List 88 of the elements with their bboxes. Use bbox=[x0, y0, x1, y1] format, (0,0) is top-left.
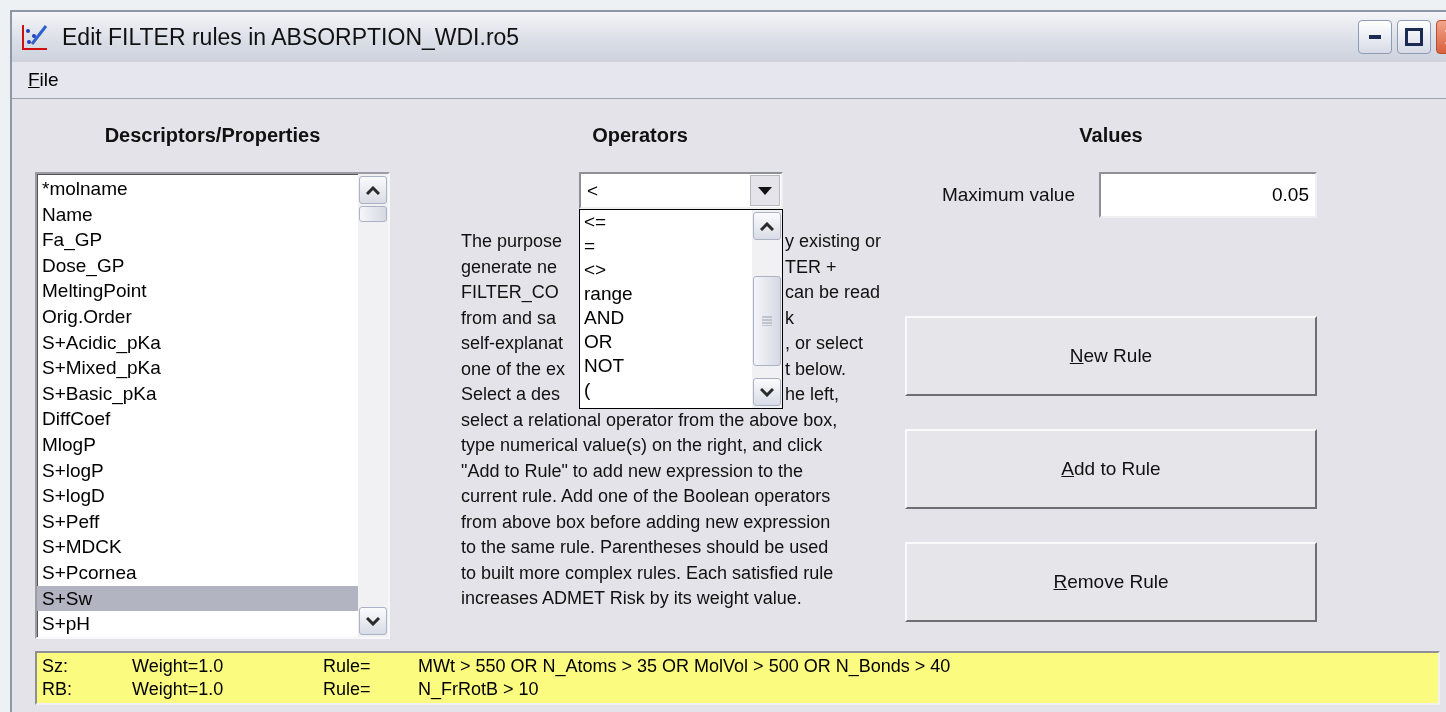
description-line: to built more complex rules. Each satisfied rule bbox=[461, 561, 835, 585]
dropdown-option[interactable]: <> bbox=[580, 258, 752, 282]
dropdown-button[interactable] bbox=[750, 175, 780, 206]
description-fragment: self-explanat bbox=[461, 332, 565, 355]
scroll-down-button[interactable] bbox=[753, 378, 781, 406]
window-title: Edit FILTER rules in ABSORPTION_WDI.ro5 bbox=[62, 23, 521, 51]
list-item[interactable]: *molname bbox=[37, 176, 358, 202]
list-item[interactable]: DiffCoef bbox=[37, 406, 358, 432]
rule-expression: N_FrRotB > 10 bbox=[418, 678, 540, 701]
chart-pen-icon bbox=[20, 22, 50, 52]
description-fragment: The purpose bbox=[461, 230, 564, 253]
description-fragment: TER + bbox=[785, 255, 838, 279]
rule-button[interactable]: Add to Rule bbox=[905, 429, 1317, 509]
rule-expression: MWt > 550 OR N_Atoms > 35 OR MolVol > 500 OR N_Bonds > 40 bbox=[418, 655, 952, 678]
description-fragment: Select a des bbox=[461, 383, 562, 406]
list-item[interactable]: S+logP bbox=[37, 457, 358, 484]
description-fragment: y existing or bbox=[785, 230, 882, 253]
column-header: Operators bbox=[591, 123, 689, 148]
rule-label: Rule= bbox=[323, 655, 372, 678]
rule-weight: Weight=1.0 bbox=[132, 678, 225, 701]
list-item[interactable]: S+Sw bbox=[37, 585, 358, 612]
rule-button[interactable]: New Rule bbox=[905, 316, 1317, 396]
dropdown-option[interactable]: range bbox=[580, 282, 752, 306]
rule-button[interactable]: Remove Rule bbox=[905, 542, 1317, 622]
list-item[interactable]: S+Acidic_pKa bbox=[37, 329, 358, 356]
maximum-value-field[interactable]: 0.05 bbox=[1099, 172, 1317, 218]
description-fragment: he left, bbox=[785, 383, 841, 406]
description-line: current rule. Add one of the Boolean operators bbox=[461, 485, 832, 508]
column-header: Values bbox=[1078, 123, 1144, 148]
description-line: from above box before adding new expression bbox=[461, 510, 832, 534]
list-item[interactable]: S+logD bbox=[37, 483, 358, 509]
rule-label: Rule= bbox=[323, 678, 372, 701]
list-item[interactable]: S+Peff bbox=[37, 508, 358, 535]
description-line: increases ADMET Risk by its weight value. bbox=[461, 587, 803, 610]
description-line: to the same rule. Parentheses should be used bbox=[461, 536, 830, 559]
rule-weight: Weight=1.0 bbox=[132, 655, 225, 678]
scroll-down-button[interactable] bbox=[359, 607, 387, 635]
list-item[interactable]: S+MDCK bbox=[37, 534, 358, 560]
description-fragment: from and sa bbox=[461, 306, 558, 330]
scroll-thumb[interactable] bbox=[359, 206, 387, 222]
list-item[interactable]: Name bbox=[37, 201, 358, 228]
list-item[interactable]: MlogP bbox=[37, 431, 358, 458]
list-item[interactable]: Orig.Order bbox=[37, 303, 358, 330]
dropdown-option[interactable]: NOT bbox=[580, 354, 752, 378]
chevron-up-icon bbox=[366, 185, 380, 195]
scroll-thumb[interactable] bbox=[753, 276, 781, 366]
field-label: Maximum value bbox=[941, 184, 1075, 206]
list-item[interactable]: S+Pcornea bbox=[37, 559, 358, 586]
dropdown-option[interactable]: ( bbox=[580, 378, 752, 402]
list-item[interactable]: MeltingPoint bbox=[37, 278, 358, 304]
maximize-button[interactable] bbox=[1397, 20, 1431, 54]
minimize-icon bbox=[1369, 35, 1381, 39]
menu-item[interactable]: File bbox=[28, 69, 59, 91]
list-item[interactable]: S+Mixed_pKa bbox=[37, 355, 358, 381]
column-header: Descriptors/Properties bbox=[103, 123, 322, 148]
description-fragment: t below. bbox=[785, 357, 848, 381]
chevron-up-icon bbox=[760, 221, 774, 231]
dropdown-option[interactable]: = bbox=[580, 234, 752, 258]
description-fragment: generate ne bbox=[461, 255, 559, 279]
scroll-up-button[interactable] bbox=[753, 212, 781, 240]
rule-name: Sz: bbox=[42, 655, 69, 678]
scrollbar[interactable] bbox=[752, 210, 782, 408]
dropdown-option[interactable]: AND bbox=[580, 306, 752, 330]
dropdown-option[interactable]: <= bbox=[580, 210, 752, 234]
description-line: type numerical value(s) on the right, and click bbox=[461, 434, 824, 457]
list-item[interactable]: Dose_GP bbox=[37, 252, 358, 279]
maximize-icon bbox=[1405, 28, 1423, 46]
description-fragment: k bbox=[785, 306, 795, 330]
description-line: "Add to Rule" to add new expression to the bbox=[461, 459, 804, 483]
description-fragment: one of the ex bbox=[461, 357, 567, 381]
scroll-up-button[interactable] bbox=[359, 176, 387, 204]
minimize-button[interactable] bbox=[1358, 20, 1392, 54]
description-line: select a relational operator from the above box, bbox=[461, 408, 839, 432]
operator-dropdown[interactable]: < bbox=[579, 172, 783, 209]
scrollbar[interactable] bbox=[358, 174, 388, 637]
chevron-down-icon bbox=[760, 387, 774, 397]
caret-icon bbox=[758, 186, 772, 195]
list-item[interactable]: S+pH bbox=[37, 611, 358, 637]
descriptor-list[interactable]: *molname Name Fa_GP Dose_GP MeltingPoint Orig.Order S+Acidic_pKa S+Mixed_pKa S+Basic_pKa DiffCoef MlogP S+logP S+logD S+Peff S+MDCK S+Pcornea S+Sw S+pH bbox=[35, 172, 390, 639]
description-fragment: FILTER_CO bbox=[461, 281, 560, 305]
list-item[interactable]: S+Basic_pKa bbox=[37, 380, 358, 407]
dropdown-option[interactable]: OR bbox=[580, 330, 752, 354]
list-item[interactable]: Fa_GP bbox=[37, 227, 358, 253]
description-fragment: can be read bbox=[785, 281, 882, 304]
chevron-down-icon bbox=[366, 616, 380, 626]
rule-name: RB: bbox=[42, 678, 73, 701]
grip-icon bbox=[762, 316, 772, 326]
description-fragment: , or select bbox=[785, 332, 865, 355]
